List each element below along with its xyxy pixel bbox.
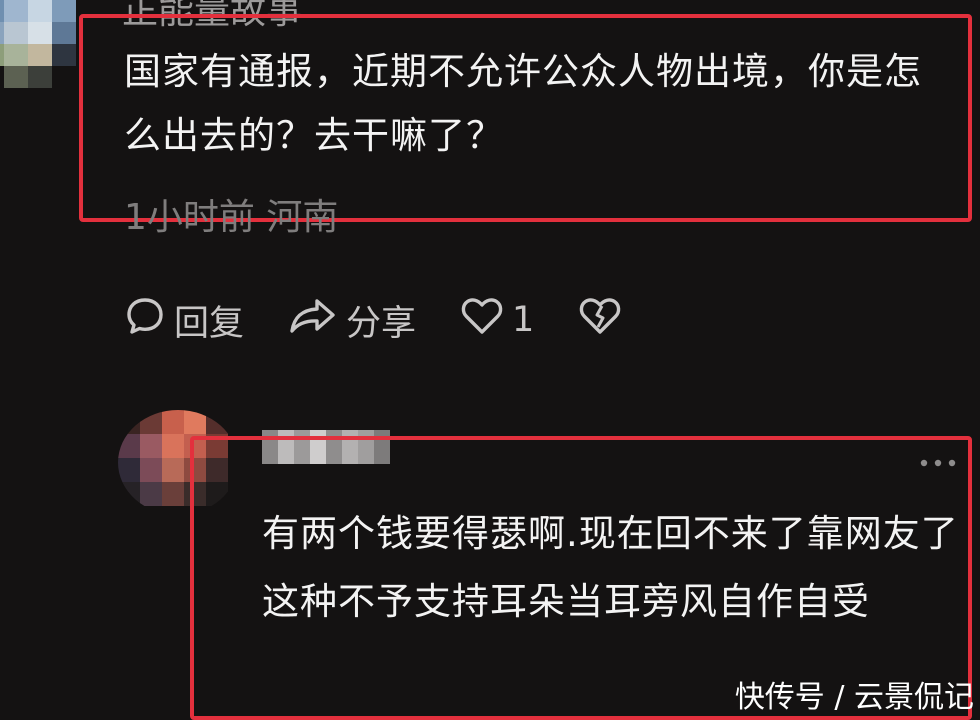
share-label: 分享	[346, 303, 417, 344]
like-button[interactable]: 1	[460, 295, 534, 346]
comment-meta: 1小时前 河南	[124, 197, 339, 238]
share-button[interactable]: 分享	[288, 295, 416, 346]
watermark: 快传号 / 云景侃记	[734, 680, 974, 715]
comment-actions: 回复 分享 1	[124, 292, 674, 348]
comment-text: 有两个钱要得瑟啊.现在回不来了靠网友了这种不予支持耳朵当耳旁风自作自受	[262, 512, 959, 623]
broken-heart-icon	[578, 295, 630, 346]
reply-button[interactable]: 回复	[124, 295, 244, 346]
like-count: 1	[512, 300, 535, 340]
dislike-button[interactable]	[578, 295, 630, 346]
comment-bubble-icon	[124, 295, 174, 346]
heart-icon	[460, 295, 512, 346]
comment-text: 国家有通报，近期不允许公众人物出境，你是怎么出去的？去干嘛了？	[124, 50, 922, 157]
reply-label: 回复	[174, 303, 245, 344]
share-arrow-icon	[288, 295, 346, 346]
